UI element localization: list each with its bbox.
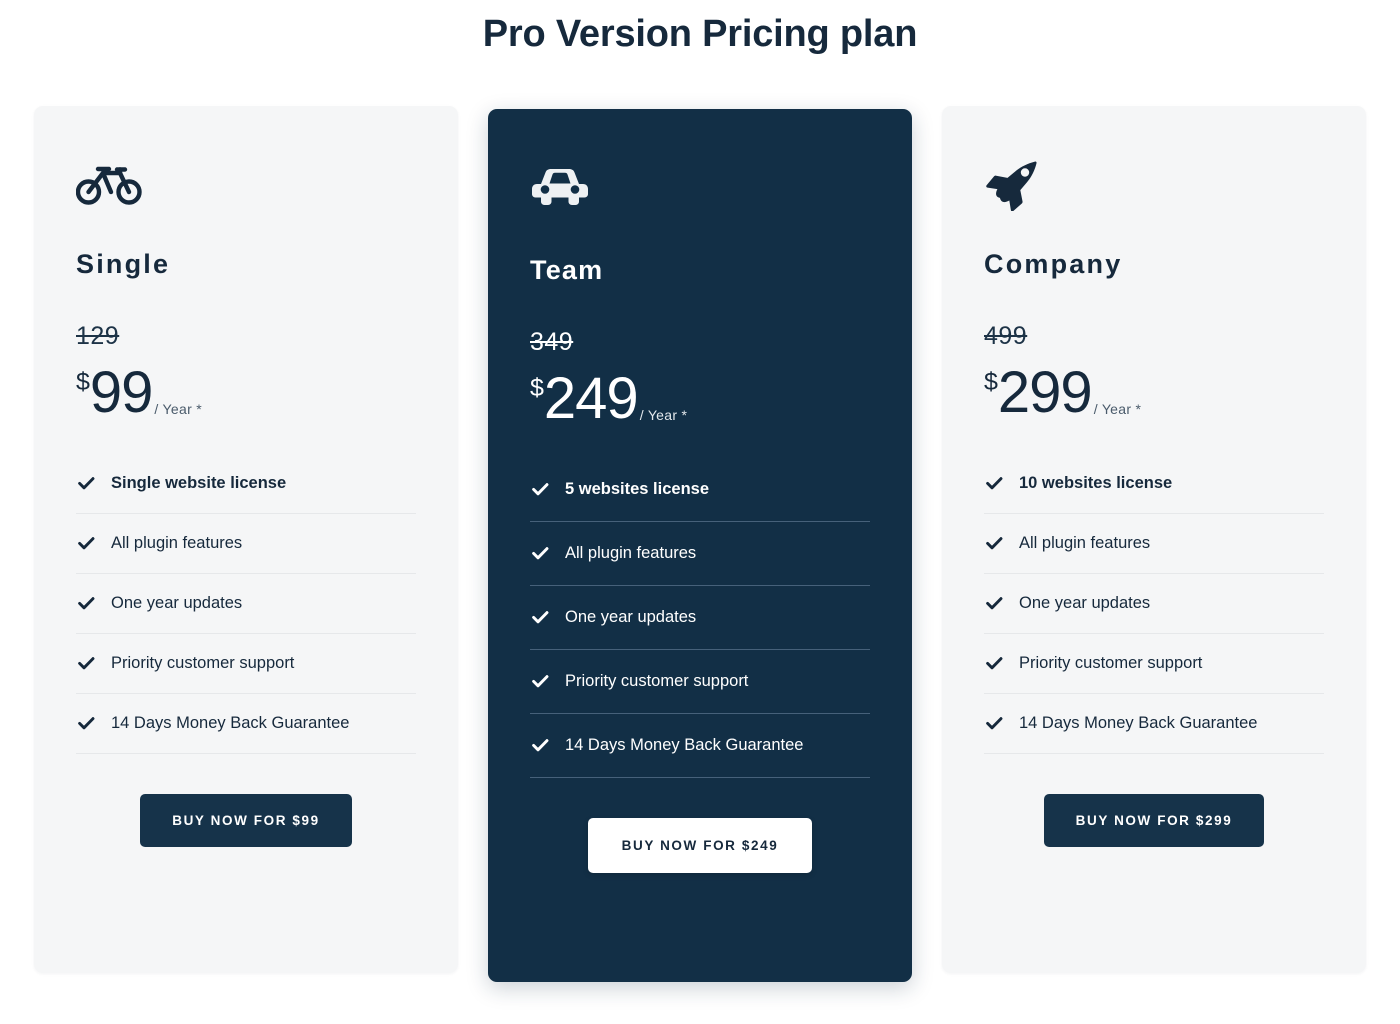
check-icon bbox=[986, 536, 1003, 549]
check-icon bbox=[78, 476, 95, 489]
check-icon bbox=[986, 716, 1003, 729]
list-item: 14 Days Money Back Guarantee bbox=[76, 714, 416, 754]
list-item: Priority customer support bbox=[984, 654, 1324, 694]
list-item: All plugin features bbox=[984, 534, 1324, 574]
feature-label: Single website license bbox=[111, 473, 287, 492]
list-item: 14 Days Money Back Guarantee bbox=[530, 736, 870, 778]
price-current: $ 249 / Year * bbox=[530, 365, 870, 431]
check-icon bbox=[78, 716, 95, 729]
plan-name: Single bbox=[76, 248, 171, 279]
price-block: 349 $ 249 / Year * bbox=[530, 328, 870, 428]
cta-container: Buy now for $299 bbox=[984, 793, 1324, 847]
list-item: Priority customer support bbox=[530, 672, 870, 714]
feature-label: All plugin features bbox=[111, 533, 243, 552]
plan-name: Company bbox=[984, 248, 1123, 279]
list-item: 10 websites license bbox=[984, 474, 1324, 514]
buy-now-button[interactable]: Buy now for $299 bbox=[1043, 793, 1265, 847]
list-item: Priority customer support bbox=[76, 654, 416, 694]
feature-label: Priority customer support bbox=[565, 671, 749, 690]
check-icon bbox=[986, 596, 1003, 609]
price-amount: 299 bbox=[997, 359, 1093, 425]
feature-list: 5 websites license All plugin features O… bbox=[530, 480, 870, 778]
price-original: 129 bbox=[76, 321, 120, 350]
check-icon bbox=[78, 536, 95, 549]
feature-label: 10 websites license bbox=[1019, 473, 1173, 492]
list-item: 5 websites license bbox=[530, 480, 870, 522]
feature-label: 14 Days Money Back Guarantee bbox=[111, 713, 350, 732]
price-block: 129 $ 99 / Year * bbox=[76, 322, 416, 422]
check-icon bbox=[986, 656, 1003, 669]
feature-label: Priority customer support bbox=[111, 653, 295, 672]
cta-container: Buy now for $99 bbox=[76, 793, 416, 847]
feature-label: 14 Days Money Back Guarantee bbox=[565, 735, 804, 754]
feature-label: 5 websites license bbox=[565, 479, 709, 498]
list-item: One year updates bbox=[76, 594, 416, 634]
feature-list: 10 websites license All plugin features … bbox=[984, 474, 1324, 754]
pricing-card-single[interactable]: Single 129 $ 99 / Year * Single website … bbox=[34, 105, 458, 973]
check-icon bbox=[532, 482, 549, 495]
price-original: 499 bbox=[984, 321, 1028, 350]
cta-container: Buy now for $249 bbox=[530, 817, 870, 873]
price-block: 499 $ 299 / Year * bbox=[984, 322, 1324, 422]
price-amount: 249 bbox=[543, 365, 639, 431]
feature-label: One year updates bbox=[565, 607, 697, 626]
list-item: All plugin features bbox=[530, 544, 870, 586]
bicycle-icon bbox=[76, 161, 416, 211]
price-period: / Year * bbox=[639, 406, 688, 423]
check-icon bbox=[532, 738, 549, 751]
price-period: / Year * bbox=[1093, 400, 1142, 417]
rocket-icon bbox=[984, 161, 1324, 211]
list-item: Single website license bbox=[76, 474, 416, 514]
price-current: $ 299 / Year * bbox=[984, 359, 1324, 425]
list-item: 14 Days Money Back Guarantee bbox=[984, 714, 1324, 754]
feature-list: Single website license All plugin featur… bbox=[76, 474, 416, 754]
buy-now-button[interactable]: Buy now for $249 bbox=[587, 817, 813, 873]
currency-symbol: $ bbox=[76, 367, 90, 396]
page-title: Pro Version Pricing plan bbox=[482, 13, 918, 55]
currency-symbol: $ bbox=[530, 373, 544, 402]
check-icon bbox=[78, 656, 95, 669]
pricing-card-team[interactable]: Team 349 $ 249 / Year * 5 websites licen… bbox=[488, 108, 912, 982]
list-item: All plugin features bbox=[76, 534, 416, 574]
check-icon bbox=[532, 610, 549, 623]
feature-label: One year updates bbox=[1019, 593, 1151, 612]
feature-label: 14 Days Money Back Guarantee bbox=[1019, 713, 1258, 732]
plan-name: Team bbox=[530, 254, 604, 285]
pricing-cards-container: Single 129 $ 99 / Year * Single website … bbox=[0, 105, 1400, 982]
car-icon bbox=[530, 167, 870, 217]
check-icon bbox=[532, 546, 549, 559]
feature-label: Priority customer support bbox=[1019, 653, 1203, 672]
price-original: 349 bbox=[530, 327, 574, 356]
feature-label: One year updates bbox=[111, 593, 243, 612]
buy-now-button[interactable]: Buy now for $99 bbox=[140, 793, 352, 847]
feature-label: All plugin features bbox=[1019, 533, 1151, 552]
currency-symbol: $ bbox=[984, 367, 998, 396]
check-icon bbox=[986, 476, 1003, 489]
list-item: One year updates bbox=[984, 594, 1324, 634]
pricing-card-company[interactable]: Company 499 $ 299 / Year * 10 websites l… bbox=[942, 105, 1366, 973]
price-current: $ 99 / Year * bbox=[76, 359, 416, 425]
list-item: One year updates bbox=[530, 608, 870, 650]
check-icon bbox=[78, 596, 95, 609]
price-amount: 99 bbox=[89, 359, 154, 425]
check-icon bbox=[532, 674, 549, 687]
price-period: / Year * bbox=[154, 400, 202, 417]
feature-label: All plugin features bbox=[565, 543, 697, 562]
